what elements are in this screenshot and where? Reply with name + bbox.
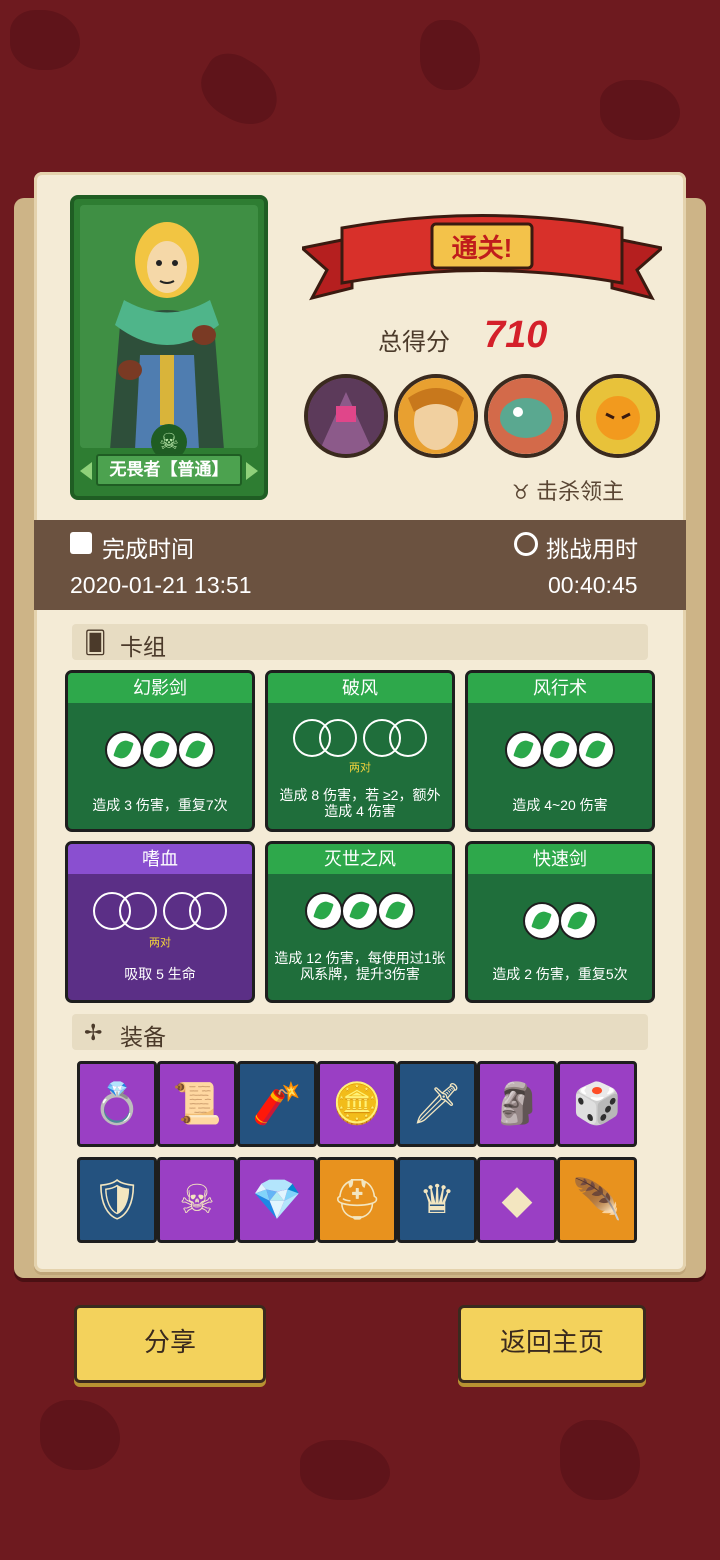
- equipment-header: ✢ 装备: [72, 1014, 648, 1050]
- dagger-icon: 🗡: [411, 1082, 463, 1126]
- victory-banner-text: 通关!: [451, 233, 513, 263]
- score-value: 710: [484, 314, 548, 356]
- ring-icon: 💍: [92, 1082, 142, 1126]
- card-quick-sword[interactable]: 快速剑 造成 2 伤害，重复5次: [465, 841, 655, 1003]
- card-break-wind[interactable]: 破风 两对 造成 8 伤害，若 ≥2，额外造成 4 伤害: [265, 670, 455, 832]
- mask-icon: 🗿: [492, 1082, 542, 1126]
- cards-icon: 🂠: [84, 630, 107, 655]
- equipment-item[interactable]: 🪶: [557, 1157, 637, 1243]
- equipment-item[interactable]: 📜: [157, 1061, 237, 1147]
- card-title: 快速剑: [468, 844, 652, 874]
- equipment-item[interactable]: 🎲: [557, 1061, 637, 1147]
- equipment-item[interactable]: ⛑: [317, 1157, 397, 1243]
- equipment-item[interactable]: 🪙: [317, 1061, 397, 1147]
- card-world-end-wind[interactable]: 灭世之风 造成 12 伤害，每使用过1张 风系牌，提升3伤害: [265, 841, 455, 1003]
- hero-name: 无畏者【普通】: [96, 454, 242, 486]
- bomb-stick-icon: 🧨: [252, 1082, 302, 1126]
- horns-icon: ♉: [512, 482, 530, 504]
- hero-card[interactable]: ☠ 无畏者【普通】: [70, 195, 268, 500]
- arrow-left-icon[interactable]: [80, 462, 92, 480]
- orb-cost: [468, 731, 652, 769]
- boss-portrait-3: [484, 374, 568, 458]
- fan-icon: ✢: [84, 1020, 103, 1045]
- equipment-item[interactable]: ♛: [397, 1157, 477, 1243]
- card-desc: 造成 8 伤害，若 ≥2，额外造成 4 伤害: [279, 787, 441, 819]
- card-title: 嗜血: [68, 844, 252, 874]
- challenge-time-value: 00:40:45: [548, 572, 638, 598]
- coin-icon: 🪙: [332, 1082, 382, 1126]
- ring-cost: [268, 719, 452, 757]
- emerald-icon: ◆: [501, 1178, 533, 1222]
- orb-cost: [68, 731, 252, 769]
- stopwatch-icon: [514, 532, 538, 556]
- shield-round-icon: 🛡: [91, 1178, 143, 1222]
- crystal-icon: 💎: [252, 1178, 302, 1222]
- ring-cost: [68, 892, 252, 930]
- share-button[interactable]: 分享: [74, 1305, 266, 1383]
- card-desc: 造成 3 伤害，重复7次: [92, 797, 228, 813]
- equipment-item[interactable]: 🗡: [397, 1061, 477, 1147]
- pair-label: 两对: [149, 937, 171, 949]
- crown-icon: ♛: [419, 1178, 455, 1222]
- card-title: 风行术: [468, 673, 652, 703]
- card-phantom-sword[interactable]: 幻影剑 造成 3 伤害，重复7次: [65, 670, 255, 832]
- calendar-icon: [70, 532, 92, 554]
- time-bar: 完成时间 2020-01-21 13:51 挑战用时 00:40:45: [34, 520, 686, 610]
- dice-icon: 🎲: [572, 1082, 622, 1126]
- home-button[interactable]: 返回主页: [458, 1305, 646, 1383]
- equipment-item[interactable]: 💍: [77, 1061, 157, 1147]
- equipment-item[interactable]: 🧨: [237, 1061, 317, 1147]
- hero-portrait: [80, 205, 258, 448]
- deck-header: 🂠 卡组: [72, 624, 648, 660]
- challenge-time-label: 挑战用时: [546, 536, 638, 562]
- orb-cost: [468, 902, 652, 940]
- equipment-item[interactable]: ◆: [477, 1157, 557, 1243]
- finish-time-value: 2020-01-21 13:51: [70, 572, 252, 598]
- card-desc: 吸取 5 生命: [124, 966, 196, 982]
- card-title: 破风: [268, 673, 452, 703]
- boss-portrait-4: [576, 374, 660, 458]
- equipment-title: 装备: [120, 1024, 166, 1050]
- finish-time-label: 完成时间: [102, 536, 194, 562]
- card-bloodlust[interactable]: 嗜血 两对 吸取 5 生命: [65, 841, 255, 1003]
- equipment-item[interactable]: 🛡: [77, 1157, 157, 1243]
- score-label: 总得分: [378, 329, 450, 356]
- feather-icon: 🪶: [572, 1178, 622, 1222]
- deck-title: 卡组: [120, 634, 166, 660]
- orb-cost: [268, 892, 452, 930]
- scroll-icon: 📜: [172, 1082, 222, 1126]
- card-wind-walk[interactable]: 风行术 造成 4~20 伤害: [465, 670, 655, 832]
- card-desc: 造成 2 伤害，重复5次: [492, 966, 628, 982]
- boss-portrait-1: [304, 374, 388, 458]
- card-title: 灭世之风: [268, 844, 452, 874]
- equipment-item[interactable]: 🗿: [477, 1061, 557, 1147]
- boss-portrait-2: [394, 374, 478, 458]
- arrow-right-icon[interactable]: [246, 462, 258, 480]
- card-desc: 造成 12 伤害，每使用过1张 风系牌，提升3伤害: [274, 950, 446, 982]
- skull-scroll-icon: ☠: [179, 1178, 215, 1222]
- card-desc: 造成 4~20 伤害: [512, 797, 608, 813]
- pair-label: 两对: [349, 762, 371, 774]
- card-title: 幻影剑: [68, 673, 252, 703]
- equipment-item[interactable]: 💎: [237, 1157, 317, 1243]
- kill-boss-label: ♉ 击杀领主: [512, 479, 625, 504]
- helmet-icon: ⛑: [331, 1178, 383, 1222]
- equipment-item[interactable]: ☠: [157, 1157, 237, 1243]
